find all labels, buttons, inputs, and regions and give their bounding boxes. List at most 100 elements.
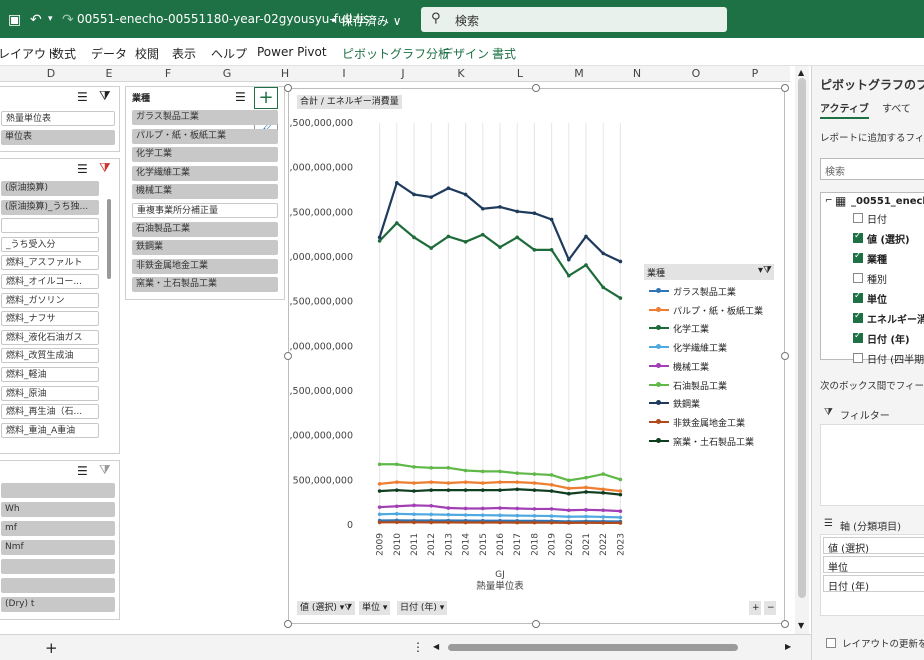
more-options-icon[interactable]: ⋮ bbox=[412, 640, 424, 654]
multi-select-icon[interactable]: ☰ bbox=[77, 90, 88, 104]
slicer-item[interactable]: _うち受入分 bbox=[1, 236, 99, 252]
multi-select-icon[interactable]: ☰ bbox=[77, 464, 88, 478]
search-box[interactable]: ⚲ 検索 bbox=[421, 7, 727, 32]
resize-handle[interactable] bbox=[781, 84, 789, 92]
multi-select-icon[interactable]: ☰ bbox=[77, 162, 88, 176]
resize-handle[interactable] bbox=[781, 620, 789, 628]
slicer-item[interactable]: 石油製品工業 bbox=[132, 221, 278, 237]
slicer-item[interactable] bbox=[1, 559, 115, 574]
resize-handle[interactable] bbox=[532, 84, 540, 92]
legend-label[interactable]: 非鉄金属地金工業 bbox=[673, 416, 745, 429]
slicer-item[interactable]: Wh bbox=[1, 502, 115, 517]
col-header[interactable]: O bbox=[686, 67, 706, 80]
legend-filter-icon[interactable]: ▾⧩ bbox=[758, 265, 772, 276]
axis-item[interactable]: 値 (選択) bbox=[823, 537, 924, 555]
undo-icon[interactable]: ↶ bbox=[30, 12, 42, 28]
zoom-in-button[interactable]: + bbox=[749, 601, 761, 615]
col-header[interactable]: L bbox=[510, 67, 530, 80]
slicer-item[interactable]: (Dry) t bbox=[1, 597, 115, 612]
col-header[interactable]: P bbox=[745, 67, 765, 80]
legend-label[interactable]: 化学繊維工業 bbox=[673, 341, 727, 354]
resize-handle[interactable] bbox=[284, 352, 292, 360]
slicer-item[interactable]: 燃料_重油_A重油 bbox=[1, 422, 99, 438]
slicer-item[interactable]: 燃料_原油 bbox=[1, 385, 99, 401]
clear-filter-icon[interactable]: ⧩ bbox=[99, 161, 111, 176]
multi-select-icon[interactable]: ☰ bbox=[235, 90, 246, 104]
field-checkbox[interactable] bbox=[853, 311, 863, 323]
add-sheet-button[interactable]: + bbox=[45, 639, 58, 657]
slicer-item[interactable]: 化学工業 bbox=[132, 147, 278, 163]
axis-item[interactable]: 単位 bbox=[823, 556, 924, 574]
legend-label[interactable]: 化学工業 bbox=[673, 322, 709, 335]
tab-help[interactable]: ヘルプ bbox=[211, 45, 247, 62]
scroll-thumb[interactable] bbox=[798, 78, 806, 598]
tab-power-pivot[interactable]: Power Pivot bbox=[257, 45, 327, 59]
field-search-input[interactable]: 検索 bbox=[820, 158, 924, 180]
collapse-icon[interactable]: ⌐ bbox=[825, 196, 833, 206]
slicer-item[interactable]: 窯業・土石製品工業 bbox=[132, 277, 278, 293]
scroll-down-icon[interactable]: ▼ bbox=[798, 621, 804, 630]
slicer-item[interactable]: 燃料_オイルコー... bbox=[1, 274, 99, 289]
scroll-up-icon[interactable]: ▲ bbox=[798, 68, 804, 77]
slicer-item[interactable]: (原油換算) bbox=[1, 181, 99, 196]
legend-label[interactable]: 窯業・土石製品工業 bbox=[673, 435, 754, 448]
col-header[interactable]: J bbox=[393, 67, 413, 80]
axis-item[interactable]: 日付 (年) bbox=[823, 575, 924, 593]
add-icon[interactable]: + bbox=[254, 87, 278, 109]
save-status[interactable]: • 保存済み ∨ bbox=[330, 12, 402, 29]
slicer-item[interactable]: 燃料_ナフサ bbox=[1, 311, 99, 327]
save-icon[interactable]: ▣ bbox=[8, 12, 21, 28]
resize-handle[interactable] bbox=[781, 352, 789, 360]
tab-layout[interactable]: レイアウト bbox=[0, 45, 58, 62]
slicer-item[interactable]: 燃料_ガソリン bbox=[1, 292, 99, 308]
tab-format[interactable]: 書式 bbox=[492, 45, 516, 62]
resize-handle[interactable] bbox=[284, 84, 292, 92]
slicer-item[interactable]: 燃料_改質生成油 bbox=[1, 348, 99, 364]
slicer-item[interactable]: ガラス製品工業 bbox=[132, 110, 278, 125]
defer-update-checkbox[interactable] bbox=[826, 638, 836, 648]
clear-filter-icon[interactable]: ⧩ bbox=[99, 463, 111, 478]
resize-handle[interactable] bbox=[284, 620, 292, 628]
field-checkbox[interactable] bbox=[853, 273, 863, 283]
field-checkbox[interactable] bbox=[853, 291, 863, 303]
axis-field-button-year[interactable]: 日付 (年) ▾ bbox=[397, 601, 448, 615]
field-checkbox[interactable] bbox=[853, 251, 863, 263]
legend-label[interactable]: 石油製品工業 bbox=[673, 379, 727, 392]
tab-view[interactable]: 表示 bbox=[172, 45, 196, 62]
pivot-chart[interactable]: 合計 / エネルギー消費量 4,500,000,000 4,000,000,000… bbox=[288, 88, 785, 624]
axis-field-button-value[interactable]: 値 (選択) ▾⧩ bbox=[297, 601, 356, 615]
field-checkbox[interactable] bbox=[853, 331, 863, 343]
col-header[interactable]: G bbox=[217, 67, 237, 80]
slicer-item[interactable]: 燃料_アスファルト bbox=[1, 255, 99, 271]
col-header[interactable]: D bbox=[41, 67, 61, 80]
slicer-item[interactable]: パルプ・紙・板紙工業 bbox=[132, 128, 278, 144]
slicer-item[interactable]: 重複事業所分補正量 bbox=[132, 203, 278, 218]
clear-filter-icon[interactable]: ⧩ bbox=[99, 89, 111, 104]
resize-handle[interactable] bbox=[532, 620, 540, 628]
col-header[interactable]: K bbox=[451, 67, 471, 80]
field-checkbox[interactable] bbox=[853, 231, 863, 243]
col-header[interactable]: F bbox=[158, 67, 178, 80]
tab-formulas[interactable]: 数式 bbox=[52, 45, 76, 62]
scroll-left-icon[interactable]: ◀ bbox=[433, 642, 439, 651]
slicer-item[interactable] bbox=[1, 483, 115, 498]
slicer-item[interactable] bbox=[1, 218, 99, 234]
legend-label[interactable]: パルプ・紙・板紙工業 bbox=[673, 304, 763, 317]
slicer-item[interactable]: 機械工業 bbox=[132, 184, 278, 200]
slicer-item[interactable]: 燃料_再生油（石... bbox=[1, 404, 99, 420]
slicer-item[interactable]: 鉄鋼業 bbox=[132, 240, 278, 256]
tab-pivotchart-analyze[interactable]: ピボットグラフ分析 bbox=[342, 45, 450, 62]
slicer-item[interactable]: 燃料_軽油 bbox=[1, 367, 99, 382]
slicer-item[interactable]: 化学繊維工業 bbox=[132, 165, 278, 181]
tab-review[interactable]: 校閲 bbox=[135, 45, 159, 62]
slicer-item[interactable]: 非鉄金属地金工業 bbox=[132, 258, 278, 274]
scroll-right-icon[interactable]: ▶ bbox=[785, 642, 791, 651]
col-header[interactable]: M bbox=[569, 67, 589, 80]
slicer-item[interactable]: 熱量単位表 bbox=[1, 111, 115, 126]
col-header[interactable]: I bbox=[334, 67, 354, 80]
legend-label[interactable]: 鉄鋼業 bbox=[673, 397, 700, 410]
tab-all[interactable]: すべて bbox=[882, 100, 911, 115]
horizontal-scroll-thumb[interactable] bbox=[448, 644, 738, 651]
slicer-item[interactable]: (原油換算)_うち独... bbox=[1, 199, 99, 215]
col-header[interactable]: E bbox=[99, 67, 119, 80]
